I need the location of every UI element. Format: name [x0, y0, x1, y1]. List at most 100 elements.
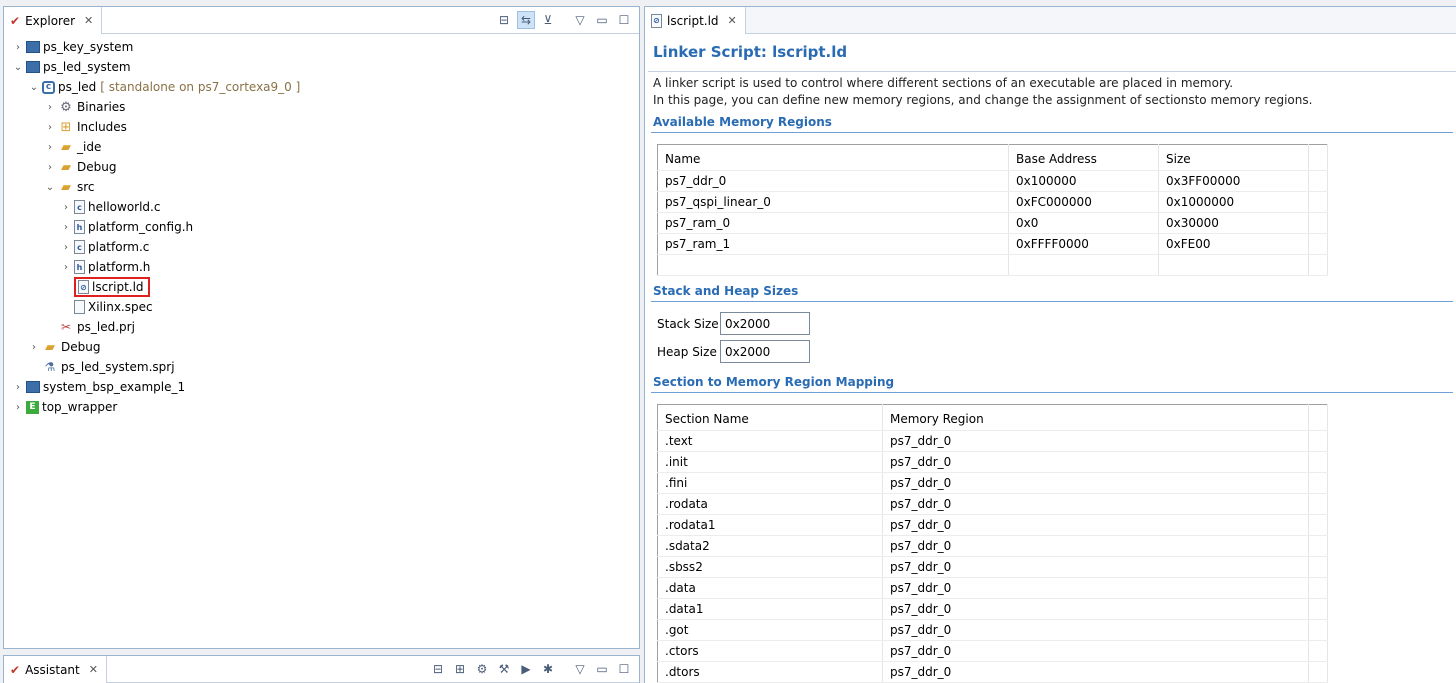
- table-row[interactable]: .sdata2 ps7_ddr_0: [657, 535, 1328, 557]
- memory-regions-table[interactable]: Name Base Address Size ps7_ddr_0 0x100000…: [657, 144, 1328, 276]
- table-row[interactable]: .data1 ps7_ddr_0: [657, 598, 1328, 620]
- table-row[interactable]: ps7_ram_1 0xFFFF0000 0xFE00: [657, 233, 1328, 255]
- table-cell[interactable]: ps7_ddr_0: [882, 577, 1309, 599]
- build-hammer-icon[interactable]: ⚒: [495, 660, 513, 678]
- table-cell[interactable]: 0x30000: [1158, 212, 1309, 234]
- table-cell[interactable]: ps7_ddr_0: [882, 472, 1309, 494]
- chevron-right-icon[interactable]: ›: [10, 402, 26, 413]
- tree-item[interactable]: ⌄ c ps_led[ standalone on ps7_cortexa9_0 ]: [26, 77, 301, 97]
- chevron-down-icon[interactable]: ⌄: [10, 62, 26, 73]
- close-icon[interactable]: ✕: [728, 14, 737, 27]
- table-row[interactable]: ps7_ddr_0 0x100000 0x3FF00000: [657, 170, 1328, 192]
- chevron-right-icon[interactable]: ›: [42, 122, 58, 133]
- table-cell[interactable]: .fini: [657, 472, 883, 494]
- chevron-right-icon[interactable]: ›: [10, 42, 26, 53]
- column-header[interactable]: Section Name: [657, 404, 883, 431]
- table-cell[interactable]: .sdata2: [657, 535, 883, 557]
- tree-item[interactable]: › c platform.c: [58, 237, 149, 257]
- tree-item[interactable]: › c helloworld.c: [58, 197, 160, 217]
- table-row[interactable]: .init ps7_ddr_0: [657, 451, 1328, 473]
- tree-item[interactable]: ⌄ ps_led_system: [10, 57, 131, 77]
- table-row[interactable]: ps7_qspi_linear_0 0xFC000000 0x1000000: [657, 191, 1328, 213]
- table-cell[interactable]: ps7_ram_0: [657, 212, 1009, 234]
- tree-item[interactable]: › Etop_wrapper: [10, 397, 117, 417]
- table-row[interactable]: .rodata ps7_ddr_0: [657, 493, 1328, 515]
- tree-item[interactable]: › h platform_config.h: [58, 217, 193, 237]
- table-row[interactable]: .fini ps7_ddr_0: [657, 472, 1328, 494]
- section-mapping-table[interactable]: Section Name Memory Region .text ps7_ddr_…: [657, 404, 1328, 683]
- tab-lscript[interactable]: ⊘ lscript.ld ✕: [645, 7, 746, 34]
- chevron-right-icon[interactable]: ›: [42, 162, 58, 173]
- chevron-right-icon[interactable]: ›: [42, 102, 58, 113]
- column-header[interactable]: Name: [657, 144, 1009, 171]
- table-cell[interactable]: ps7_ddr_0: [882, 514, 1309, 536]
- settings-gear-icon[interactable]: ⚙: [473, 660, 491, 678]
- selected-item-highlight[interactable]: ⊘ lscript.ld: [74, 277, 150, 297]
- minimize-icon[interactable]: ▭: [593, 660, 611, 678]
- chevron-right-icon[interactable]: ›: [58, 242, 74, 253]
- column-header[interactable]: Base Address: [1008, 144, 1159, 171]
- table-cell[interactable]: ps7_ddr_0: [882, 493, 1309, 515]
- tree-item[interactable]: › ps_key_system: [10, 37, 133, 57]
- tree-item[interactable]: Xilinx.spec: [58, 297, 153, 317]
- chevron-right-icon[interactable]: ›: [42, 142, 58, 153]
- link-with-editor-icon[interactable]: ⇆: [517, 11, 535, 29]
- table-cell[interactable]: 0xFC000000: [1008, 191, 1159, 213]
- run-icon[interactable]: ▶: [517, 660, 535, 678]
- table-row[interactable]: .sbss2 ps7_ddr_0: [657, 556, 1328, 578]
- minimize-icon[interactable]: ▭: [593, 11, 611, 29]
- table-cell[interactable]: .data: [657, 577, 883, 599]
- maximize-icon[interactable]: ☐: [615, 11, 633, 29]
- table-cell[interactable]: ps7_ddr_0: [882, 535, 1309, 557]
- chevron-right-icon[interactable]: ›: [58, 262, 74, 273]
- tree-item[interactable]: ⌄ ▰ src: [42, 177, 95, 197]
- tree-item[interactable]: › ▰ _ide: [42, 137, 101, 157]
- table-cell[interactable]: .text: [657, 430, 883, 452]
- table-cell[interactable]: 0x0: [1008, 212, 1159, 234]
- table-cell[interactable]: ps7_ddr_0: [882, 451, 1309, 473]
- collapse-icon[interactable]: ⊟: [429, 660, 447, 678]
- table-cell[interactable]: ps7_ddr_0: [882, 556, 1309, 578]
- table-cell[interactable]: ps7_ddr_0: [882, 640, 1309, 662]
- chevron-down-icon[interactable]: ⌄: [26, 82, 42, 93]
- tree-item[interactable]: › ▰ Debug: [42, 157, 116, 177]
- table-cell[interactable]: 0x3FF00000: [1158, 170, 1309, 192]
- table-cell[interactable]: .got: [657, 619, 883, 641]
- view-menu-icon[interactable]: ▽: [571, 11, 589, 29]
- tree-item[interactable]: › system_bsp_example_1: [10, 377, 185, 397]
- chevron-right-icon[interactable]: ›: [58, 222, 74, 233]
- tree-item[interactable]: › ⊞ Includes: [42, 117, 127, 137]
- column-header[interactable]: Memory Region: [882, 404, 1309, 431]
- chevron-down-icon[interactable]: ⌄: [42, 182, 58, 193]
- table-cell[interactable]: 0x100000: [1008, 170, 1159, 192]
- heap-size-input[interactable]: [720, 340, 810, 363]
- table-row[interactable]: .dtors ps7_ddr_0: [657, 661, 1328, 683]
- expand-icon[interactable]: ⊞: [451, 660, 469, 678]
- table-cell[interactable]: ps7_ddr_0: [882, 619, 1309, 641]
- stack-size-input[interactable]: [720, 312, 810, 335]
- table-cell[interactable]: .ctors: [657, 640, 883, 662]
- table-row[interactable]: .rodata1 ps7_ddr_0: [657, 514, 1328, 536]
- maximize-icon[interactable]: ☐: [615, 660, 633, 678]
- table-cell[interactable]: ps7_ddr_0: [882, 661, 1309, 683]
- chevron-right-icon[interactable]: ›: [58, 202, 74, 213]
- view-menu-icon[interactable]: ▽: [571, 660, 589, 678]
- close-icon[interactable]: ✕: [84, 14, 93, 27]
- column-header[interactable]: Size: [1158, 144, 1309, 171]
- table-cell[interactable]: ps7_ram_1: [657, 233, 1009, 255]
- tree-item[interactable]: › ⚙ Binaries: [42, 97, 125, 117]
- tree-item[interactable]: › h platform.h: [58, 257, 150, 277]
- table-cell[interactable]: ps7_ddr_0: [657, 170, 1009, 192]
- table-cell[interactable]: .rodata: [657, 493, 883, 515]
- table-cell[interactable]: ps7_ddr_0: [882, 430, 1309, 452]
- tree-item[interactable]: › ▰ Debug: [26, 337, 100, 357]
- table-row[interactable]: .text ps7_ddr_0: [657, 430, 1328, 452]
- close-icon[interactable]: ✕: [89, 663, 98, 676]
- table-cell[interactable]: .data1: [657, 598, 883, 620]
- tree-item[interactable]: ⊘ lscript.ld: [58, 277, 150, 297]
- table-row[interactable]: .data ps7_ddr_0: [657, 577, 1328, 599]
- chevron-right-icon[interactable]: ›: [10, 382, 26, 393]
- table-cell[interactable]: .rodata1: [657, 514, 883, 536]
- debug-bug-icon[interactable]: ✱: [539, 660, 557, 678]
- tab-explorer[interactable]: ✔ Explorer ✕: [4, 7, 103, 34]
